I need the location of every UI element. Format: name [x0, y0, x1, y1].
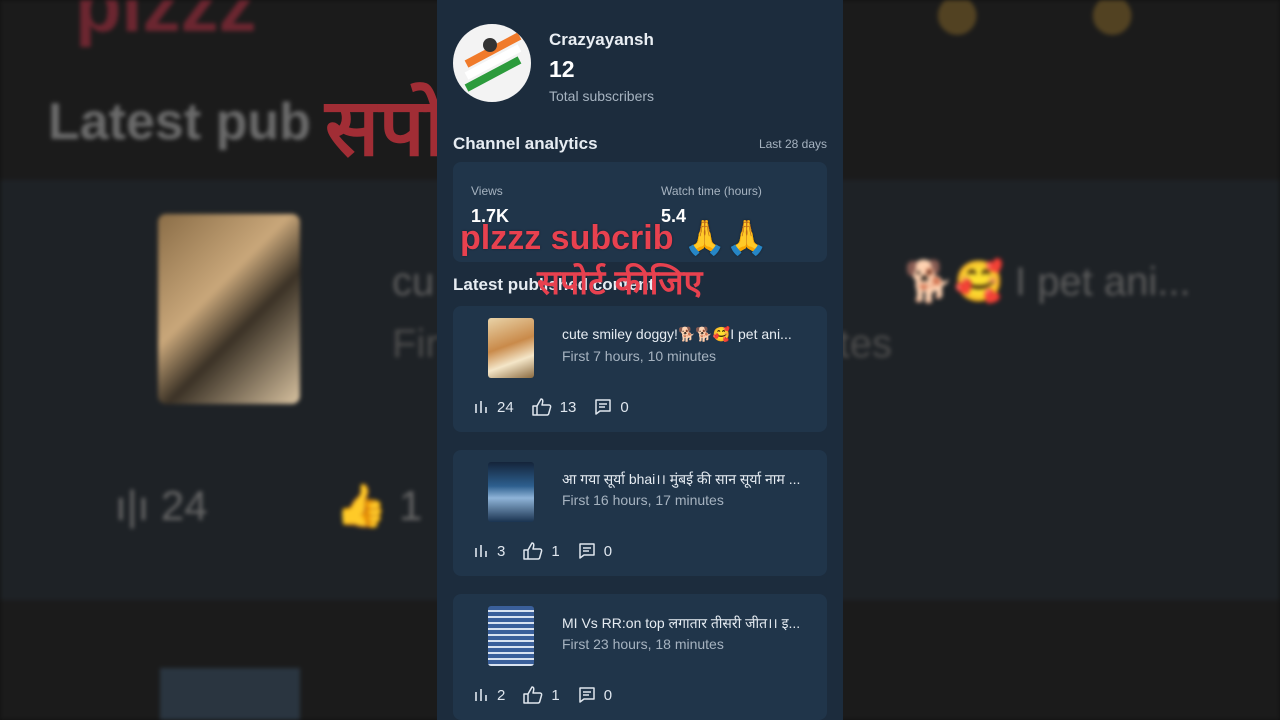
views-stat: 3 — [473, 543, 505, 560]
likes-count: 1 — [551, 542, 560, 560]
bg-emoji-right: ● — [1085, 0, 1140, 61]
video-stats: 3 1 0 — [473, 541, 630, 561]
channel-name[interactable]: Crazyayansh — [549, 30, 654, 50]
subscriber-count: 12 — [549, 56, 575, 82]
video-card[interactable]: cute smiley doggy!🐕🐕🥰I pet ani... First … — [453, 306, 827, 432]
video-stats: 24 13 0 — [473, 397, 647, 417]
overlay-line1: plzzz subcrib — [460, 219, 674, 257]
likes-stat: 13 — [531, 398, 577, 416]
pray-emoji-icon: 🙏🙏 — [683, 219, 769, 257]
thumbs-up-icon — [531, 398, 552, 416]
video-thumbnail[interactable] — [488, 606, 534, 666]
video-card[interactable]: MI Vs RR:on top लगातार तीसरी जीत।। इ... … — [453, 594, 827, 720]
overlay-subscribe-text: plzzz subcrib 🙏🙏 — [460, 218, 768, 258]
comments-stat: 0 — [594, 398, 629, 416]
video-stats: 2 1 0 — [473, 685, 630, 705]
studio-panel: Crazyayansh 12 Total subscribers Channel… — [437, 0, 843, 720]
analytics-period: Last 28 days — [758, 137, 827, 151]
video-title[interactable]: आ गया सूर्या bhai।। मुंबई की सान सूर्या … — [562, 470, 817, 489]
thumbs-up-icon — [523, 542, 543, 560]
views-stat: 2 — [473, 687, 505, 704]
likes-stat: 1 — [523, 542, 560, 560]
video-time: First 16 hours, 17 minutes — [562, 492, 724, 508]
overlay-support-text: सपोर्ट कीजिए — [537, 264, 703, 302]
video-thumbnail[interactable] — [488, 462, 534, 522]
comments-stat: 0 — [578, 542, 612, 560]
subscriber-label: Total subscribers — [549, 88, 655, 104]
comment-icon — [595, 399, 612, 415]
video-time: First 23 hours, 18 minutes — [562, 636, 724, 652]
bg-views: ı|ı 24 — [115, 482, 208, 529]
bg-top-text: plzzz — [75, 0, 257, 48]
views-stat: 24 — [473, 399, 514, 416]
comments-count: 0 — [620, 398, 629, 416]
bar-chart-icon — [475, 401, 487, 413]
likes-count: 13 — [559, 398, 577, 416]
video-title[interactable]: cute smiley doggy!🐕🐕🥰I pet ani... — [562, 326, 817, 343]
analytics-title: Channel analytics — [453, 134, 598, 153]
likes-count: 1 — [551, 686, 560, 704]
comments-stat: 0 — [578, 686, 612, 704]
video-time: First 7 hours, 10 minutes — [562, 348, 717, 364]
views-count: 24 — [497, 398, 514, 416]
video-thumbnail[interactable] — [488, 318, 534, 378]
comment-icon — [578, 543, 595, 559]
thumbs-up-icon — [523, 686, 543, 704]
views-count: 3 — [497, 542, 506, 560]
bg-title: Latest pub — [48, 93, 311, 151]
video-title[interactable]: MI Vs RR:on top लगातार तीसरी जीत।। इ... — [562, 614, 817, 633]
bg-thumbnail-2 — [160, 668, 300, 720]
bg-thumbnail — [158, 214, 300, 404]
bar-chart-icon — [475, 689, 487, 701]
comments-count: 0 — [603, 686, 613, 704]
views-count: 2 — [497, 686, 506, 704]
video-card[interactable]: आ गया सूर्या bhai।। मुंबई की सान सूर्या … — [453, 450, 827, 576]
comment-icon — [578, 687, 595, 703]
avatar-figure — [483, 38, 497, 52]
comments-count: 0 — [603, 542, 613, 560]
views-label: Views — [471, 184, 503, 198]
bar-chart-icon — [475, 545, 487, 557]
bg-likes: 👍 1 — [335, 482, 423, 529]
likes-stat: 1 — [523, 686, 560, 704]
watch-time-label: Watch time (hours) — [661, 184, 762, 198]
bg-emoji-left: ● — [930, 0, 985, 61]
channel-avatar[interactable] — [453, 24, 531, 102]
